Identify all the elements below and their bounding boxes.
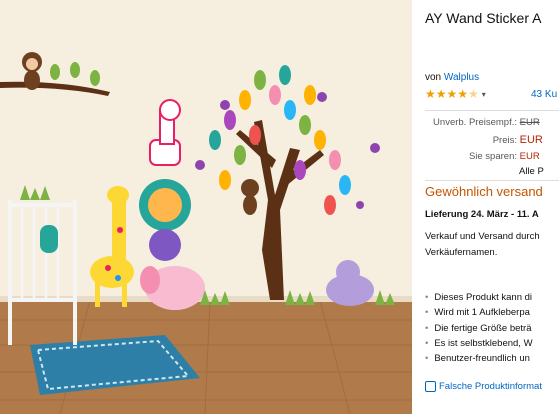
divider xyxy=(425,180,559,181)
by-prefix: von xyxy=(425,72,442,83)
delivery-date: Lieferung 24. März - 11. A xyxy=(425,209,539,220)
brand-link[interactable]: Walplus xyxy=(444,72,479,83)
price-row: Preis: EUR xyxy=(412,134,543,146)
divider xyxy=(425,110,559,111)
product-details-panel: AY Wand Sticker A von Walplus ★★★★★ ▾ 43… xyxy=(412,0,559,414)
report-info-label[interactable]: Falsche Produktinformat xyxy=(439,381,542,392)
list-item: Wird mit 1 Aufkleberpa xyxy=(425,305,533,320)
wall-sticker-illustration xyxy=(0,0,412,414)
chevron-down-icon[interactable]: ▾ xyxy=(482,90,486,99)
star-rating-icon[interactable]: ★★★★★ xyxy=(425,87,479,101)
seller-info-line: Verkauf und Versand durch xyxy=(425,231,540,242)
savings-row: Sie sparen: EUR xyxy=(412,151,540,162)
seller-name-line: Verkäufernamen. xyxy=(425,247,498,258)
list-item: Benutzer-freundlich un xyxy=(425,351,533,366)
brand-byline: von Walplus xyxy=(425,72,479,83)
availability-status: Gewöhnlich versand xyxy=(425,184,543,199)
rating-row: ★★★★★ ▾ 43 Ku xyxy=(425,87,559,101)
product-image[interactable] xyxy=(0,0,412,414)
savings-label: Sie sparen: xyxy=(468,151,517,162)
price-value: EUR xyxy=(519,134,543,146)
list-price-value: EUR xyxy=(519,117,540,128)
list-item: Dieses Produkt kann di xyxy=(425,290,533,305)
report-info-link[interactable]: Falsche Produktinformat xyxy=(425,381,542,392)
product-title: AY Wand Sticker A xyxy=(425,10,542,26)
list-item: Die fertige Größe beträ xyxy=(425,321,533,336)
list-item: Es ist selbstklebend, W xyxy=(425,336,532,351)
feedback-icon xyxy=(425,381,436,392)
feature-list: Dieses Produkt kann di Wird mit 1 Aufkle… xyxy=(425,290,533,366)
savings-value: EUR xyxy=(519,151,540,162)
list-price-label: Unverb. Preisempf.: xyxy=(433,117,517,128)
list-price-row: Unverb. Preisempf.: EUR xyxy=(412,117,540,128)
reviews-link[interactable]: 43 Ku xyxy=(531,89,557,100)
price-label: Preis: xyxy=(492,135,517,146)
price-note: Alle P xyxy=(519,166,544,177)
